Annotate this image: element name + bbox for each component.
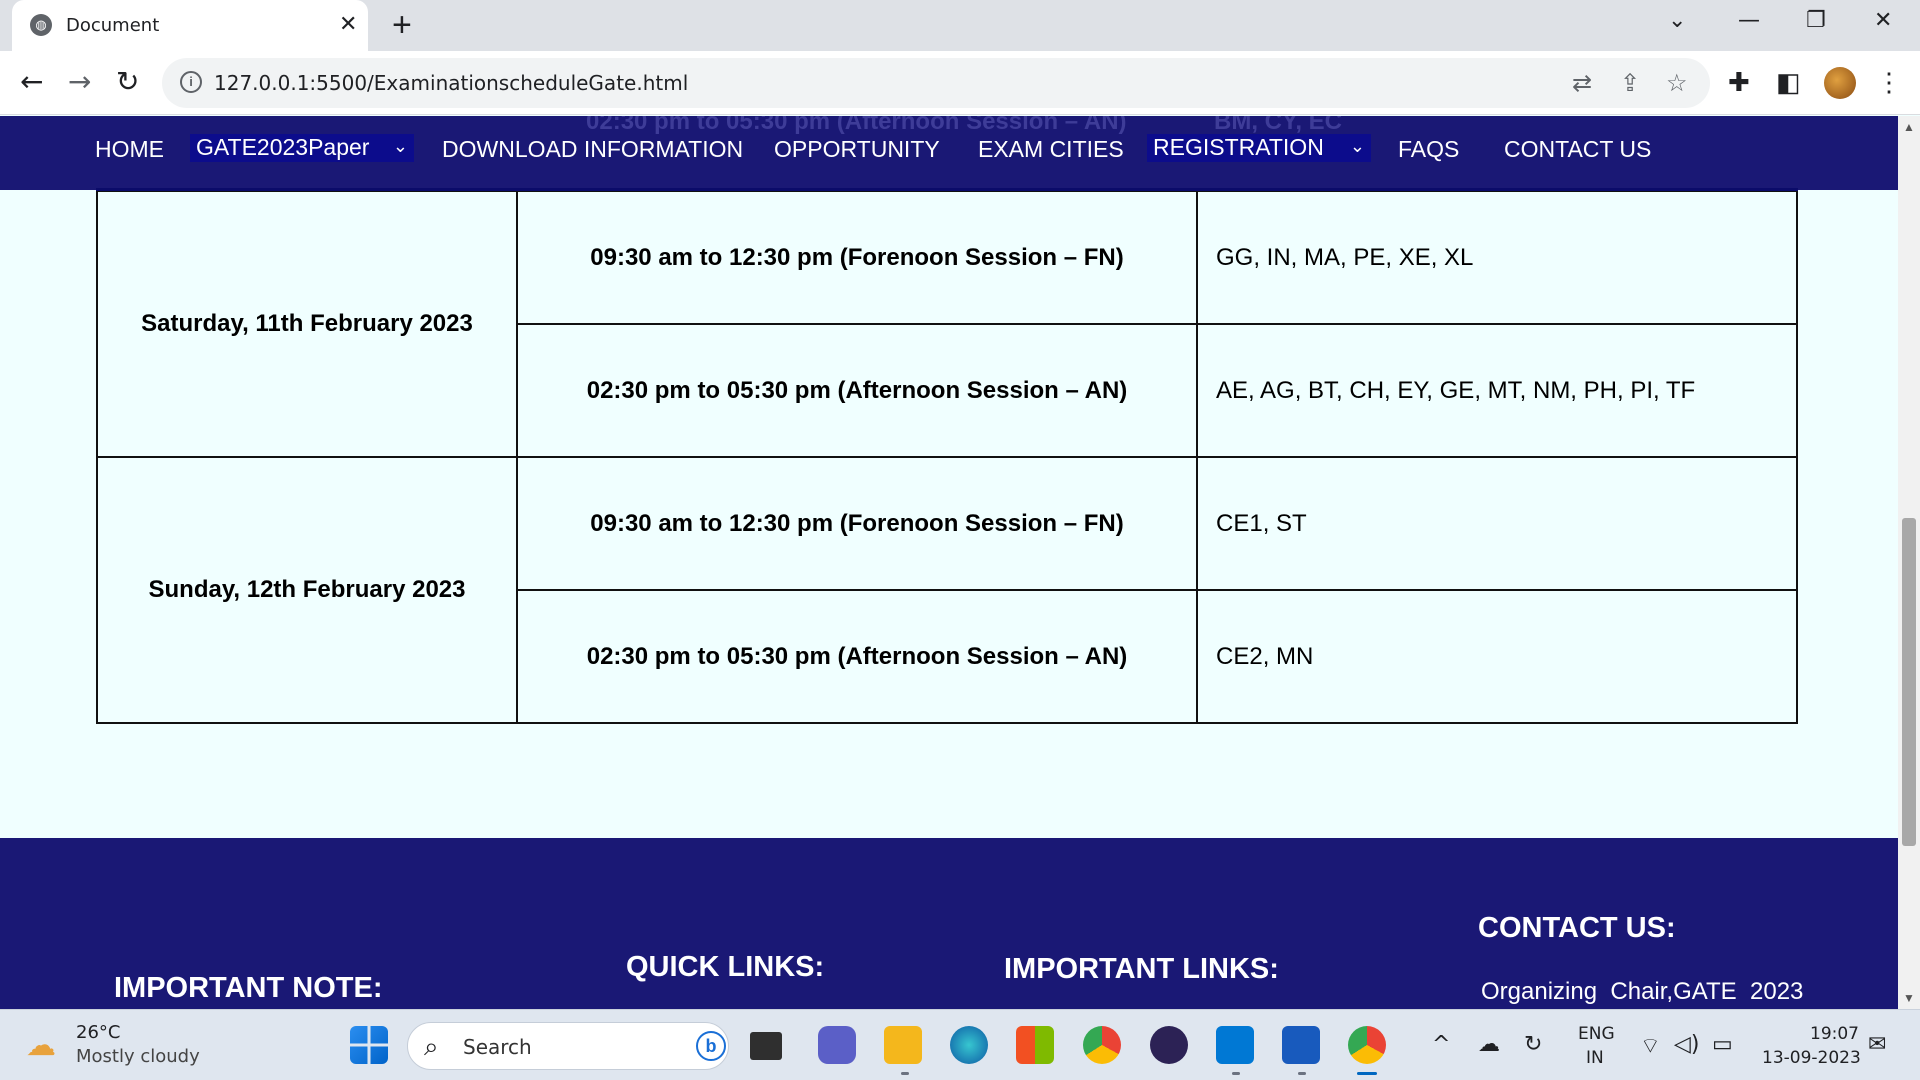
important-note-heading: IMPORTANT NOTE: (114, 972, 383, 1004)
minimize-button[interactable]: — (1738, 8, 1760, 33)
navbar-overlap-papers: BM, CY, EC (1214, 116, 1343, 135)
contact-us-heading: CONTACT US: (1478, 912, 1676, 944)
site-footer: IMPORTANT NOTE: QUICK LINKS: IMPORTANT L… (0, 838, 1898, 1009)
nav-registration-dropdown[interactable]: REGISTRATION ⌄ (1147, 134, 1371, 162)
session-time-cell: 02:30 pm to 05:30 pm (Afternoon Session … (516, 589, 1198, 724)
running-indicator (1232, 1072, 1240, 1075)
clock-date[interactable]: 13-09-2023 (1762, 1048, 1861, 1068)
site-info-icon[interactable]: i (180, 71, 202, 93)
browser-tab-strip: ◍ Document ✕ + ⌄ — ❐ ✕ (0, 0, 1920, 51)
volume-icon[interactable]: ◁) (1674, 1032, 1700, 1057)
nav-faqs[interactable]: FAQS (1398, 136, 1459, 163)
language-code[interactable]: ENG (1578, 1024, 1615, 1044)
teams-chat-icon[interactable] (818, 1026, 856, 1064)
close-window-button[interactable]: ✕ (1874, 8, 1892, 33)
navbar-overlap-time: 02:30 pm to 05:30 pm (Afternoon Session … (586, 116, 1127, 135)
papers-cell: CE2, MN (1196, 589, 1798, 724)
nav-gate2023paper-dropdown[interactable]: GATE2023Paper ⌄ (190, 134, 414, 162)
windows-taskbar: ☁ 26°C Mostly cloudy ⌕ Search b ^ ☁ ↻ EN… (0, 1009, 1920, 1080)
edge-browser-icon[interactable] (950, 1026, 988, 1064)
organizing-chair-text: Organizing Chair,GATE 2023 (1481, 978, 1804, 1005)
table-row: Sunday, 12th February 2023 09:30 am to 1… (96, 456, 1798, 724)
tab-title: Document (66, 15, 160, 36)
battery-icon[interactable]: ▭ (1712, 1032, 1733, 1057)
session-time-cell: 09:30 am to 12:30 pm (Forenoon Session –… (516, 190, 1198, 325)
language-region[interactable]: IN (1586, 1048, 1604, 1068)
scroll-down-icon[interactable]: ▼ (1903, 991, 1915, 1005)
running-indicator (901, 1072, 909, 1075)
word-icon[interactable] (1282, 1026, 1320, 1064)
chrome-icon[interactable] (1083, 1026, 1121, 1064)
notifications-icon[interactable]: ✉ (1868, 1032, 1886, 1057)
exam-day-cell: Saturday, 11th February 2023 (96, 190, 518, 458)
search-icon: ⌕ (424, 1031, 439, 1061)
session-time-cell: 09:30 am to 12:30 pm (Forenoon Session –… (516, 456, 1198, 591)
file-explorer-icon[interactable] (884, 1026, 922, 1064)
globe-icon: ◍ (30, 14, 52, 36)
address-bar[interactable]: i 127.0.0.1:5500/ExaminationscheduleGate… (162, 58, 1710, 108)
nav-exam-cities[interactable]: EXAM CITIES (978, 136, 1124, 163)
side-panel-icon[interactable]: ◧ (1776, 67, 1801, 98)
navbar-table-edge (96, 188, 1798, 191)
bookmark-star-icon[interactable]: ☆ (1666, 69, 1688, 98)
url-text[interactable]: 127.0.0.1:5500/ExaminationscheduleGate.h… (214, 71, 688, 95)
windows-start-icon[interactable] (350, 1026, 388, 1064)
chevron-down-icon: ⌄ (392, 136, 408, 156)
show-hidden-icons-icon[interactable]: ^ (1432, 1032, 1450, 1057)
nav-home[interactable]: HOME (95, 136, 164, 163)
nav-contact-us[interactable]: CONTACT US (1504, 136, 1651, 163)
task-view-icon[interactable] (750, 1032, 782, 1060)
site-navbar: 02:30 pm to 05:30 pm (Afternoon Session … (0, 116, 1898, 191)
search-placeholder: Search (463, 1035, 532, 1059)
profile-avatar[interactable] (1824, 67, 1856, 99)
back-icon[interactable]: ← (20, 65, 43, 98)
chevron-down-icon: ⌄ (1349, 136, 1365, 156)
translate-icon[interactable]: ⇄ (1572, 69, 1592, 98)
papers-cell: CE1, ST (1196, 456, 1798, 591)
nav-gate2023paper-label: GATE2023Paper (196, 134, 370, 160)
forward-icon[interactable]: → (68, 65, 91, 98)
page-viewport: 02:30 pm to 05:30 pm (Afternoon Session … (0, 116, 1898, 1009)
reload-icon[interactable]: ↻ (116, 65, 139, 98)
running-indicator (1298, 1072, 1306, 1075)
active-app-indicator (1357, 1072, 1377, 1075)
browser-tab[interactable]: ◍ Document ✕ (12, 0, 368, 51)
exam-schedule-table: Saturday, 11th February 2023 09:30 am to… (96, 190, 1798, 724)
eclipse-icon[interactable] (1150, 1026, 1188, 1064)
sync-icon[interactable]: ↻ (1524, 1032, 1542, 1057)
browser-toolbar: ← → ↻ i 127.0.0.1:5500/Examinationschedu… (0, 51, 1920, 115)
taskbar-search[interactable]: ⌕ Search b (407, 1022, 729, 1070)
papers-cell: GG, IN, MA, PE, XE, XL (1196, 190, 1798, 325)
quick-links-heading: QUICK LINKS: (626, 951, 825, 983)
table-row: Saturday, 11th February 2023 09:30 am to… (96, 190, 1798, 458)
close-tab-icon[interactable]: ✕ (339, 11, 357, 37)
important-links-heading: IMPORTANT LINKS: (1004, 953, 1279, 985)
new-tab-button[interactable]: + (392, 6, 412, 45)
tab-search-chevron-icon[interactable]: ⌄ (1668, 8, 1686, 33)
weather-condition[interactable]: Mostly cloudy (76, 1046, 200, 1067)
menu-kebab-icon[interactable]: ⋮ (1876, 67, 1902, 98)
share-icon[interactable]: ⇪ (1620, 69, 1640, 98)
nav-opportunity[interactable]: OPPORTUNITY (774, 136, 940, 163)
wifi-icon[interactable]: ⌔ (1640, 1032, 1661, 1060)
papers-cell: AE, AG, BT, CH, EY, GE, MT, NM, PH, PI, … (1196, 323, 1798, 458)
weather-temperature[interactable]: 26°C (76, 1022, 120, 1043)
session-time-cell: 02:30 pm to 05:30 pm (Afternoon Session … (516, 323, 1198, 458)
bing-icon[interactable]: b (696, 1031, 726, 1061)
nav-registration-label: REGISTRATION (1153, 134, 1324, 160)
weather-cloud-icon[interactable]: ☁ (26, 1028, 56, 1063)
scroll-up-icon[interactable]: ▲ (1903, 120, 1915, 134)
scrollbar-thumb[interactable] (1902, 518, 1916, 846)
chrome-profile-icon[interactable] (1348, 1026, 1386, 1064)
vscode-icon[interactable] (1216, 1026, 1254, 1064)
restore-button[interactable]: ❐ (1806, 8, 1826, 33)
extensions-icon[interactable]: ✚ (1728, 67, 1750, 98)
nav-download-information[interactable]: DOWNLOAD INFORMATION (442, 136, 743, 163)
onedrive-cloud-icon[interactable]: ☁ (1478, 1032, 1500, 1057)
page-scrollbar[interactable]: ▲ ▼ (1898, 116, 1920, 1009)
clock-time[interactable]: 19:07 (1810, 1024, 1859, 1044)
exam-day-cell: Sunday, 12th February 2023 (96, 456, 518, 724)
microsoft-store-icon[interactable] (1016, 1026, 1054, 1064)
